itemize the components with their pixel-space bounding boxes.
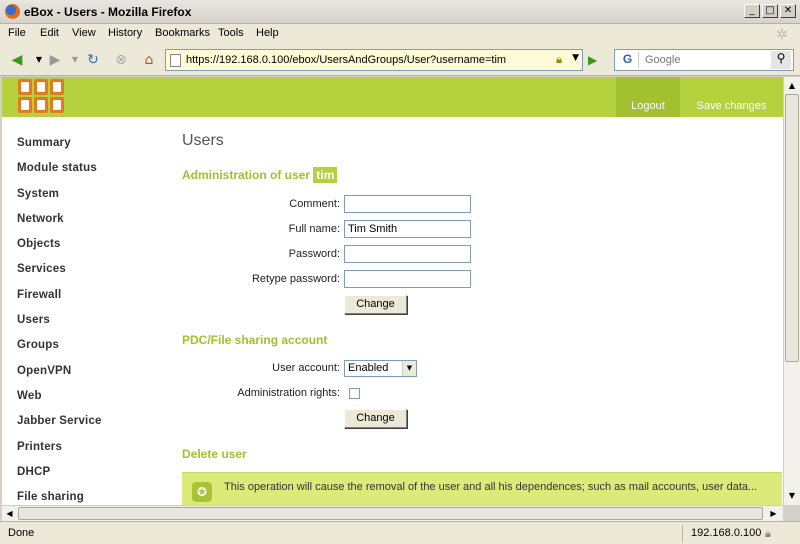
user-account-value: Enabled bbox=[348, 362, 389, 374]
warning-box: ✪ This operation will cause the removal … bbox=[182, 472, 782, 505]
admin-heading: Administration of user tim bbox=[182, 167, 338, 183]
save-changes-link[interactable]: Save changes bbox=[680, 77, 783, 117]
menu-help[interactable]: Help bbox=[256, 27, 279, 39]
stop-icon[interactable]: ⊗ bbox=[112, 52, 130, 68]
username-highlight: tim bbox=[313, 167, 338, 183]
search-engine-icon[interactable]: G bbox=[617, 52, 639, 68]
forward-icon[interactable]: ▶ bbox=[46, 52, 64, 68]
sidebar-item-dhcp[interactable]: DHCP bbox=[17, 466, 167, 491]
menu-bar: File Edit View History Bookmarks Tools H… bbox=[0, 24, 800, 44]
scroll-right-icon[interactable]: ▶ bbox=[766, 506, 781, 521]
menu-file[interactable]: File bbox=[8, 27, 26, 39]
sidebar-item-file-sharing[interactable]: File sharing bbox=[17, 491, 167, 505]
status-text: Done bbox=[8, 527, 35, 539]
comment-label: Comment: bbox=[289, 198, 340, 210]
menu-bookmarks[interactable]: Bookmarks bbox=[155, 27, 210, 39]
scroll-left-icon[interactable]: ◀ bbox=[2, 506, 17, 521]
search-icon[interactable]: ⚲ bbox=[771, 51, 791, 69]
page-title: Users bbox=[182, 132, 224, 149]
sidebar-menu: Summary Module status System Network Obj… bbox=[17, 137, 167, 505]
ebox-header: Logout Save changes bbox=[2, 77, 783, 117]
sidebar-item-web[interactable]: Web bbox=[17, 390, 167, 415]
vertical-scroll-thumb[interactable] bbox=[785, 94, 799, 362]
maximize-button[interactable]: □ bbox=[762, 4, 778, 18]
delete-heading: Delete user bbox=[182, 447, 247, 461]
window-controls: _ □ ✕ bbox=[744, 4, 796, 18]
status-lock-icon[interactable]: 🔒︎ bbox=[765, 527, 771, 541]
status-bar: Done 192.168.0.100 🔒︎ bbox=[0, 521, 800, 544]
admin-rights-label: Administration rights: bbox=[237, 387, 340, 399]
sidebar-item-openvpn[interactable]: OpenVPN bbox=[17, 365, 167, 390]
search-placeholder: Google bbox=[645, 54, 681, 66]
change-account-button[interactable]: Change bbox=[344, 409, 407, 428]
fullname-field[interactable] bbox=[344, 220, 471, 238]
sidebar-item-objects[interactable]: Objects bbox=[17, 238, 167, 263]
close-button[interactable]: ✕ bbox=[780, 4, 796, 18]
reload-icon[interactable]: ↻ bbox=[84, 52, 102, 68]
back-icon[interactable]: ◀ bbox=[8, 52, 26, 68]
home-icon[interactable]: ⌂ bbox=[140, 52, 158, 68]
user-account-select[interactable]: Enabled ▼ bbox=[344, 360, 417, 377]
sidebar-item-groups[interactable]: Groups bbox=[17, 339, 167, 364]
comment-field[interactable] bbox=[344, 195, 471, 213]
vertical-scrollbar[interactable]: ▲ ▼ bbox=[783, 77, 800, 505]
menu-view[interactable]: View bbox=[72, 27, 96, 39]
page-icon bbox=[170, 54, 181, 67]
chevron-down-icon[interactable]: ▼ bbox=[402, 361, 416, 376]
throbber-icon: ✲ bbox=[776, 26, 788, 42]
admin-heading-text: Administration of user bbox=[182, 168, 311, 182]
navigation-toolbar: ◀ ▼ ▶ ▼ ↻ ⊗ ⌂ https://192.168.0.100/ebox… bbox=[0, 44, 800, 76]
sidebar-item-system[interactable]: System bbox=[17, 188, 167, 213]
sidebar-item-printers[interactable]: Printers bbox=[17, 441, 167, 466]
retype-password-field[interactable] bbox=[344, 270, 471, 288]
admin-rights-checkbox[interactable] bbox=[349, 388, 360, 399]
horizontal-scroll-thumb[interactable] bbox=[18, 507, 763, 520]
scroll-up-icon[interactable]: ▲ bbox=[785, 78, 799, 93]
fullname-label: Full name: bbox=[288, 223, 340, 235]
warning-text: This operation will cause the removal of… bbox=[224, 481, 758, 493]
ssl-lock-icon[interactable]: 🔒︎ bbox=[556, 53, 562, 67]
logout-link[interactable]: Logout bbox=[616, 77, 680, 117]
menu-tools[interactable]: Tools bbox=[218, 27, 244, 39]
menu-history[interactable]: History bbox=[108, 27, 142, 39]
url-dropdown-icon[interactable]: ▼ bbox=[572, 53, 579, 63]
sidebar-item-services[interactable]: Services bbox=[17, 263, 167, 288]
minimize-button[interactable]: _ bbox=[744, 4, 760, 18]
search-box[interactable]: G Google ⚲ bbox=[614, 49, 794, 71]
sidebar-item-users[interactable]: Users bbox=[17, 314, 167, 339]
firefox-icon bbox=[5, 4, 20, 19]
retype-password-label: Retype password: bbox=[251, 273, 340, 285]
pdc-heading: PDC/File sharing account bbox=[182, 333, 328, 347]
page-content: Logout Save changes Summary Module statu… bbox=[2, 77, 783, 505]
warning-icon: ✪ bbox=[192, 482, 212, 502]
sidebar-item-jabber-service[interactable]: Jabber Service bbox=[17, 415, 167, 440]
sidebar-item-network[interactable]: Network bbox=[17, 213, 167, 238]
sidebar-item-module-status[interactable]: Module status bbox=[17, 162, 167, 187]
window-title: eBox - Users - Mozilla Firefox bbox=[24, 5, 192, 19]
password-field[interactable] bbox=[344, 245, 471, 263]
menu-edit[interactable]: Edit bbox=[40, 27, 59, 39]
forward-dropdown-icon[interactable]: ▼ bbox=[66, 52, 84, 68]
change-password-button[interactable]: Change bbox=[344, 295, 407, 314]
scroll-down-icon[interactable]: ▼ bbox=[785, 488, 799, 503]
user-account-label: User account: bbox=[272, 362, 340, 374]
password-label: Password: bbox=[288, 248, 340, 260]
sidebar-item-summary[interactable]: Summary bbox=[17, 137, 167, 162]
horizontal-scrollbar[interactable]: ◀ ▶ bbox=[2, 505, 783, 521]
ebox-logo bbox=[16, 77, 66, 115]
url-bar[interactable]: https://192.168.0.100/ebox/UsersAndGroup… bbox=[165, 49, 583, 71]
window-titlebar: eBox - Users - Mozilla Firefox _ □ ✕ bbox=[0, 0, 800, 24]
go-icon[interactable]: ▶ bbox=[588, 53, 602, 67]
sidebar-item-firewall[interactable]: Firewall bbox=[17, 289, 167, 314]
url-text: https://192.168.0.100/ebox/UsersAndGroup… bbox=[186, 54, 507, 66]
